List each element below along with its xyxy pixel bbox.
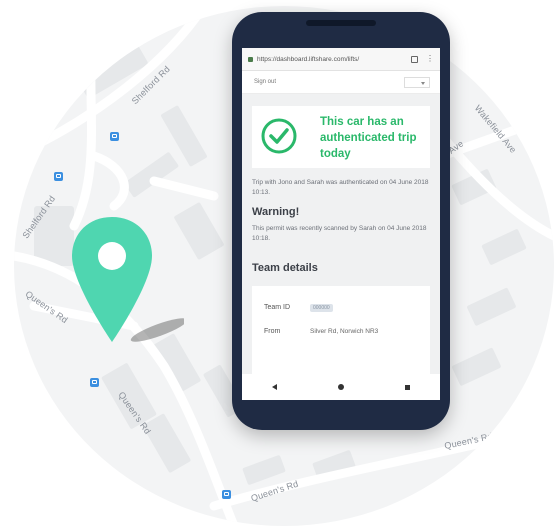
android-nav-bar [242,374,440,400]
auth-status-card: This car has an authenticated trip today [252,106,430,168]
phone: https://dashboard.liftshare.com/lifts/ ⋮… [232,12,450,430]
location-pin-icon [72,217,184,342]
lock-icon [248,56,253,62]
trip-info: Trip with Jono and Sarah was authenticat… [252,179,429,196]
account-bar: Sign out [242,71,440,94]
recent-apps-icon[interactable] [404,384,410,390]
menu-dropdown[interactable] [404,76,430,88]
auth-message: This car has an authenticated trip today [320,116,417,160]
sign-out-link[interactable]: Sign out [254,79,404,85]
bus-stop-icon [110,132,119,141]
url-text[interactable]: https://dashboard.liftshare.com/lifts/ [257,56,411,63]
back-icon[interactable] [272,384,278,390]
team-details-card: Team ID 000000 From Silver Rd, Norwich N… [252,286,430,374]
browser-url-bar[interactable]: https://dashboard.liftshare.com/lifts/ ⋮ [242,48,440,71]
phone-speaker [306,20,376,26]
check-circle-icon [261,118,297,154]
bus-stop-icon [54,172,63,181]
from-label: From [264,328,281,335]
page-content: This car has an authenticated trip today… [242,94,440,374]
phone-screen: https://dashboard.liftshare.com/lifts/ ⋮… [242,48,440,400]
bus-stop-icon [90,378,99,387]
illustration: Shelford Rd Shelford Rd Queen's Rd Queen… [0,0,558,530]
warning-title: Warning! [252,206,300,218]
team-id-value: 000000 [310,304,333,312]
more-options-icon[interactable]: ⋮ [426,55,434,63]
from-value: Silver Rd, Norwich NR3 [310,328,379,335]
home-icon[interactable] [337,384,344,390]
warning-text: This permit was recently scanned by Sara… [252,225,427,242]
bus-stop-icon [222,490,231,499]
team-id-label: Team ID [264,304,291,311]
team-id-badge: 000000 [310,304,333,312]
tabs-icon[interactable] [411,55,418,63]
team-details-title: Team details [252,262,318,274]
